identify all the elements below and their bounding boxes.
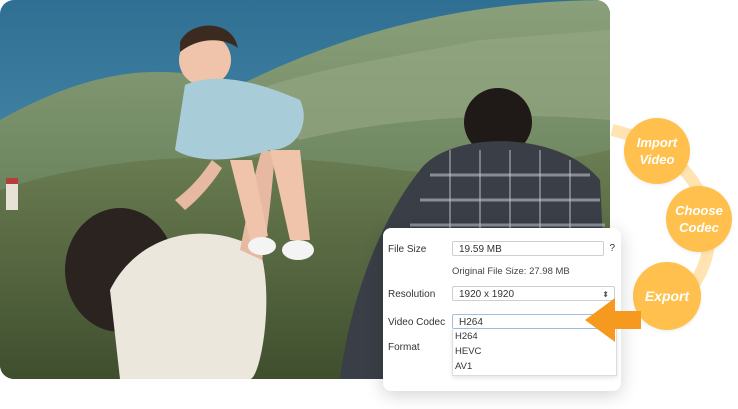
- resolution-value: 1920 x 1920: [459, 289, 515, 300]
- resolution-label: Resolution: [388, 289, 436, 300]
- step-import-video[interactable]: Import Video: [624, 118, 690, 184]
- video-codec-value: H264: [459, 317, 483, 328]
- arrow-pointer-icon: [585, 298, 641, 342]
- step-export-label: Export: [644, 287, 690, 304]
- codec-option-hevc[interactable]: HEVC: [453, 344, 616, 359]
- file-size-label: File Size: [388, 244, 427, 255]
- step-choose-codec-label: Choose Codec: [675, 203, 723, 235]
- video-codec-label: Video Codec: [388, 317, 446, 328]
- original-file-size: Original File Size: 27.98 MB: [452, 266, 570, 277]
- file-size-input[interactable]: 19.59 MB: [452, 241, 604, 256]
- help-icon[interactable]: ?: [609, 243, 615, 254]
- format-label: Format: [388, 342, 420, 353]
- codec-option-av1[interactable]: AV1: [453, 359, 616, 374]
- step-choose-codec[interactable]: Choose Codec: [666, 186, 732, 252]
- file-size-value: 19.59 MB: [459, 244, 502, 255]
- step-import-video-label: Import Video: [636, 135, 678, 167]
